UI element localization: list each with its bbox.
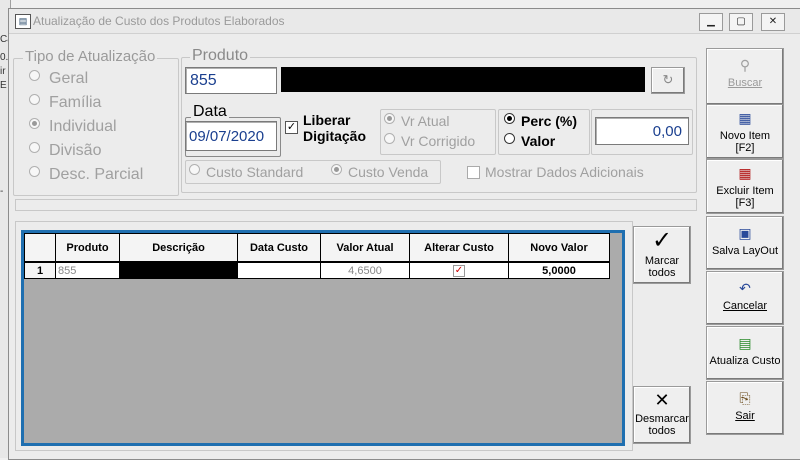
excluir-item-button[interactable]: ▦ Excluir Item [F3] <box>706 159 784 214</box>
column-header[interactable]: Alterar Custo <box>409 233 509 263</box>
radio-custo-standard[interactable]: Custo Standard <box>189 164 303 180</box>
column-header[interactable]: Produto <box>55 233 120 263</box>
row-number: 1 <box>24 261 56 279</box>
radio-circle-icon <box>189 164 200 175</box>
produto-description-field <box>281 67 645 92</box>
refresh-icon: ↻ <box>662 72 674 87</box>
mostrar-dados-label: Mostrar Dados Adicionais <box>485 164 644 180</box>
marcar-todos-button[interactable]: ✓ Marcar todos <box>633 226 691 284</box>
maximize-button[interactable]: ▢ <box>729 13 753 31</box>
background-text: - <box>0 186 4 197</box>
buscar-button[interactable]: ⚲ Buscar <box>706 48 784 105</box>
grid-delete-icon: ▦ <box>738 165 752 181</box>
exit-door-icon: ⎘ <box>739 390 751 406</box>
background-text: ir <box>0 66 6 77</box>
radio-circle-icon <box>504 133 515 144</box>
cancelar-button[interactable]: ↶ Cancelar <box>706 271 784 325</box>
data-input[interactable]: 09/07/2020 <box>185 121 277 151</box>
atualiza-custo-button[interactable]: ▤ Atualiza Custo <box>706 326 784 380</box>
minimize-button[interactable]: ▁ <box>699 13 723 31</box>
radio-selected-icon <box>331 164 342 175</box>
background-text: E <box>0 80 7 91</box>
column-header[interactable]: Descrição <box>119 233 238 263</box>
radio-circle-icon <box>29 70 40 81</box>
radio-selected-icon <box>504 113 515 124</box>
desmarcar-todos-button[interactable]: ✕ Desmarcar todos <box>633 386 691 444</box>
data-label: Data <box>191 103 229 120</box>
radio-circle-icon <box>29 94 40 105</box>
checked-checkbox-icon[interactable]: ✓ <box>453 265 465 277</box>
cell-novo-valor[interactable]: 5,0000 <box>508 261 610 279</box>
column-header[interactable]: Data Custo <box>237 233 321 263</box>
novo-item-button[interactable]: ▦ Novo Item [F2] <box>706 104 784 159</box>
table-row[interactable]: 1 855 4,6500 ✓ 5,0000 <box>24 261 610 279</box>
product-grid[interactable]: Produto Descrição Data Custo Valor Atual… <box>21 230 625 446</box>
liberar-label: Liberar Digitação <box>303 112 367 144</box>
radio-perc[interactable]: Perc (%) <box>504 113 577 129</box>
cell-descricao[interactable] <box>119 261 238 279</box>
grid-icon: ▦ <box>738 110 752 126</box>
produto-code-input[interactable]: 855 <box>185 67 277 94</box>
cell-produto[interactable]: 855 <box>55 261 120 279</box>
app-icon: ▤ <box>15 14 31 29</box>
radio-vr-atual[interactable]: Vr Atual <box>384 113 450 129</box>
progress-bar <box>15 199 697 211</box>
radio-vr-corrigido[interactable]: Vr Corrigido <box>384 133 475 149</box>
title-bar[interactable]: ▤ Atualização de Custo dos Produtos Elab… <box>9 9 800 34</box>
window-title: Atualização de Custo dos Produtos Elabor… <box>33 14 285 28</box>
radio-geral[interactable]: Geral <box>29 70 88 88</box>
radio-selected-icon <box>384 113 395 124</box>
column-header[interactable]: Novo Valor <box>508 233 610 263</box>
row-header-corner <box>24 233 56 263</box>
radio-circle-icon <box>29 166 40 177</box>
radio-circle-icon <box>384 133 395 144</box>
grid-table: Produto Descrição Data Custo Valor Atual… <box>24 233 610 279</box>
liberar-checkbox[interactable]: ✓ <box>285 121 298 134</box>
checkmark-icon: ✓ <box>651 227 673 254</box>
amount-input[interactable]: 0,00 <box>595 117 689 145</box>
x-icon: ✕ <box>654 390 670 410</box>
radio-individual[interactable]: Individual <box>29 118 117 136</box>
checkmark-icon: ✓ <box>286 121 297 133</box>
save-layout-icon: ▣ <box>738 225 752 241</box>
produto-refresh-button[interactable]: ↻ <box>651 67 685 94</box>
sair-button[interactable]: ⎘ Sair <box>706 381 784 435</box>
close-button[interactable]: ✕ <box>761 13 785 31</box>
column-header[interactable]: Valor Atual <box>320 233 410 263</box>
radio-familia[interactable]: Família <box>29 94 101 112</box>
undo-icon: ↶ <box>739 280 751 296</box>
salva-layout-button[interactable]: ▣ Salva LayOut <box>706 216 784 270</box>
radio-desc-parcial[interactable]: Desc. Parcial <box>29 166 143 184</box>
radio-circle-icon <box>29 142 40 153</box>
binoculars-icon: ⚲ <box>739 57 751 73</box>
radio-custo-venda[interactable]: Custo Venda <box>331 164 428 180</box>
radio-valor[interactable]: Valor <box>504 133 555 149</box>
cell-valor-atual[interactable]: 4,6500 <box>320 261 410 279</box>
update-cost-icon: ▤ <box>738 335 752 351</box>
radio-selected-icon <box>29 118 40 129</box>
radio-divisao[interactable]: Divisão <box>29 142 101 160</box>
tipo-atualizacao-label: Tipo de Atualização <box>23 48 158 65</box>
produto-label: Produto <box>190 47 251 64</box>
cell-data-custo[interactable] <box>237 261 321 279</box>
cell-alterar-custo[interactable]: ✓ <box>409 261 509 279</box>
mostrar-dados-checkbox[interactable] <box>467 166 480 179</box>
